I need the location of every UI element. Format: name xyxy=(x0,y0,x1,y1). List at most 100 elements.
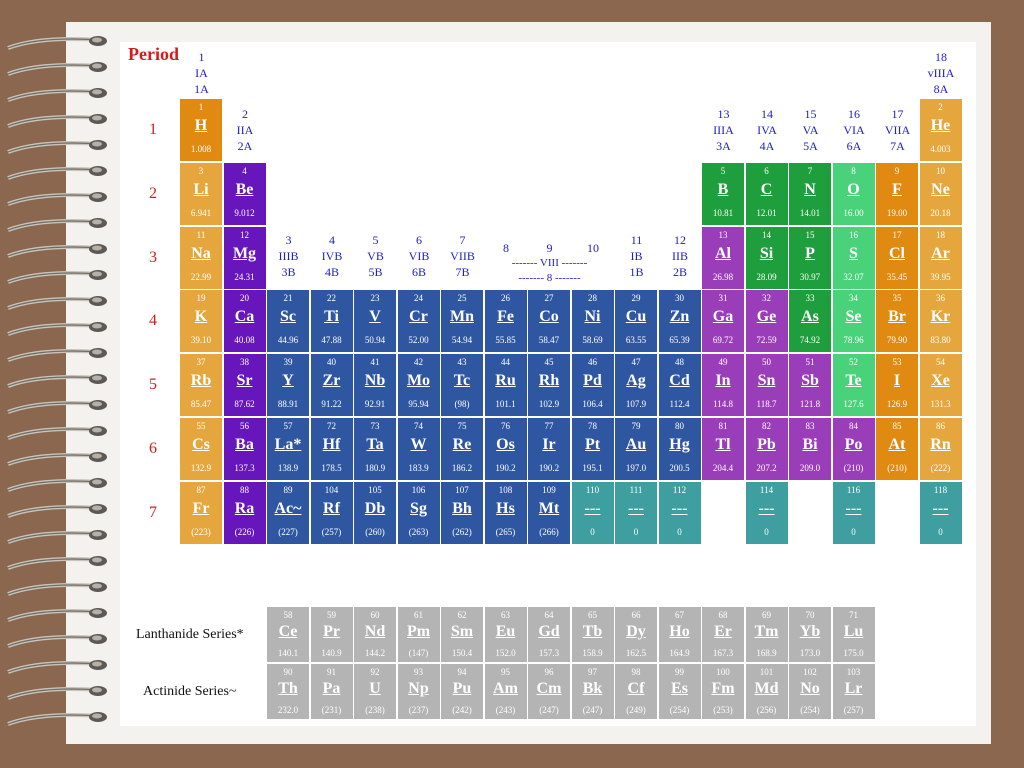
element-cell-p[interactable]: 15 P 30.97 xyxy=(789,226,832,290)
element-cell-mo[interactable]: 42 Mo 95.94 xyxy=(397,354,441,418)
element-cell-br[interactable]: 35 Br 79.90 xyxy=(876,290,919,354)
element-cell-fe[interactable]: 26 Fe 55.85 xyxy=(484,290,528,354)
element-cell-ge[interactable]: 32 Ge 72.59 xyxy=(745,290,789,354)
element-cell-nb[interactable]: 41 Nb 92.91 xyxy=(354,354,397,418)
element-cell-rb[interactable]: 37 Rb 85.47 xyxy=(180,354,223,418)
element-cell-ar[interactable]: 18 Ar 39.95 xyxy=(919,226,963,290)
element-cell-pb[interactable]: 82 Pb 207.2 xyxy=(745,418,789,481)
element-cell-zn[interactable]: 30 Zn 65.39 xyxy=(658,290,702,354)
element-cell-n[interactable]: 7 N 14.01 xyxy=(789,162,832,226)
element-cell-ac[interactable]: 89 Ac~ (227) xyxy=(267,481,310,545)
series-cell-gd[interactable]: 64 Gd 157.3 xyxy=(528,607,571,663)
element-cell-re[interactable]: 75 Re 186.2 xyxy=(441,418,484,481)
series-cell-md[interactable]: 101 Md (256) xyxy=(745,664,789,720)
element-cell-bh[interactable]: 107 Bh (262) xyxy=(441,481,484,545)
element-cell-ni[interactable]: 28 Ni 58.69 xyxy=(571,290,615,354)
element-cell-cr[interactable]: 24 Cr 52.00 xyxy=(397,290,441,354)
element-cell-pt[interactable]: 78 Pt 195.1 xyxy=(571,418,615,481)
element-cell-y[interactable]: 39 Y 88.91 xyxy=(267,354,310,418)
series-cell-cf[interactable]: 98 Cf (249) xyxy=(615,664,658,720)
series-cell-lu[interactable]: 71 Lu 175.0 xyxy=(832,607,876,663)
element-cell-111[interactable]: 111 --- 0 xyxy=(615,481,658,545)
series-cell-tb[interactable]: 65 Tb 158.9 xyxy=(571,607,615,663)
series-cell-pa[interactable]: 91 Pa (231) xyxy=(310,664,354,720)
series-cell-eu[interactable]: 63 Eu 152.0 xyxy=(484,607,528,663)
series-cell-nd[interactable]: 60 Nd 144.2 xyxy=(354,607,397,663)
element-cell-ne[interactable]: 10 Ne 20.18 xyxy=(919,162,963,226)
element-cell-se[interactable]: 34 Se 78.96 xyxy=(832,290,876,354)
element-cell-s[interactable]: 16 S 32.07 xyxy=(832,226,876,290)
element-cell-ru[interactable]: 44 Ru 101.1 xyxy=(484,354,528,418)
element-cell-ba[interactable]: 56 Ba 137.3 xyxy=(223,418,267,481)
element-cell-na[interactable]: 11 Na 22.99 xyxy=(180,226,223,290)
element-cell-os[interactable]: 76 Os 190.2 xyxy=(484,418,528,481)
element-cell-o[interactable]: 8 O 16.00 xyxy=(832,162,876,226)
element-cell-mn[interactable]: 25 Mn 54.94 xyxy=(441,290,484,354)
element-cell-sg[interactable]: 106 Sg (263) xyxy=(397,481,441,545)
series-cell-pr[interactable]: 59 Pr 140.9 xyxy=(310,607,354,663)
series-cell-tm[interactable]: 69 Tm 168.9 xyxy=(745,607,789,663)
element-cell-cs[interactable]: 55 Cs 132.9 xyxy=(180,418,223,481)
element-cell-mg[interactable]: 12 Mg 24.31 xyxy=(223,226,267,290)
element-cell-zr[interactable]: 40 Zr 91.22 xyxy=(310,354,354,418)
series-cell-pm[interactable]: 61 Pm (147) xyxy=(397,607,441,663)
element-cell-i[interactable]: 53 I 126.9 xyxy=(876,354,919,418)
element-cell-sb[interactable]: 51 Sb 121.8 xyxy=(789,354,832,418)
element-cell-rn[interactable]: 86 Rn (222) xyxy=(919,418,963,481)
element-cell-al[interactable]: 13 Al 26.98 xyxy=(702,226,745,290)
element-cell-at[interactable]: 85 At (210) xyxy=(876,418,919,481)
element-cell-ir[interactable]: 77 Ir 190.2 xyxy=(528,418,571,481)
element-cell-c[interactable]: 6 C 12.01 xyxy=(745,162,789,226)
element-cell-cl[interactable]: 17 Cl 35.45 xyxy=(876,226,919,290)
series-cell-bk[interactable]: 97 Bk (247) xyxy=(571,664,615,720)
element-cell-la[interactable]: 57 La* 138.9 xyxy=(267,418,310,481)
element-cell-f[interactable]: 9 F 19.00 xyxy=(876,162,919,226)
series-cell-am[interactable]: 95 Am (243) xyxy=(484,664,528,720)
element-cell-ti[interactable]: 22 Ti 47.88 xyxy=(310,290,354,354)
element-cell-db[interactable]: 105 Db (260) xyxy=(354,481,397,545)
element-cell-pd[interactable]: 46 Pd 106.4 xyxy=(571,354,615,418)
element-cell-bi[interactable]: 83 Bi 209.0 xyxy=(789,418,832,481)
element-cell-he[interactable]: 2 He 4.003 xyxy=(919,99,963,162)
element-cell-po[interactable]: 84 Po (210) xyxy=(832,418,876,481)
element-cell-sc[interactable]: 21 Sc 44.96 xyxy=(267,290,310,354)
element-cell-in[interactable]: 49 In 114.8 xyxy=(702,354,745,418)
element-cell-k[interactable]: 19 K 39.10 xyxy=(180,290,223,354)
series-cell-yb[interactable]: 70 Yb 173.0 xyxy=(789,607,832,663)
series-cell-er[interactable]: 68 Er 167.3 xyxy=(702,607,745,663)
element-cell-au[interactable]: 79 Au 197.0 xyxy=(615,418,658,481)
series-cell-th[interactable]: 90 Th 232.0 xyxy=(267,664,310,720)
element-cell-co[interactable]: 27 Co 58.47 xyxy=(528,290,571,354)
element-cell-114[interactable]: 114 --- 0 xyxy=(745,481,789,545)
element-cell-hs[interactable]: 108 Hs (265) xyxy=(484,481,528,545)
element-cell-w[interactable]: 74 W 183.9 xyxy=(397,418,441,481)
element-cell-rh[interactable]: 45 Rh 102.9 xyxy=(528,354,571,418)
element-cell-rf[interactable]: 104 Rf (257) xyxy=(310,481,354,545)
element-cell-tc[interactable]: 43 Tc (98) xyxy=(441,354,484,418)
series-cell-no[interactable]: 102 No (254) xyxy=(789,664,832,720)
element-cell-te[interactable]: 52 Te 127.6 xyxy=(832,354,876,418)
series-cell-np[interactable]: 93 Np (237) xyxy=(397,664,441,720)
element-cell-cd[interactable]: 48 Cd 112.4 xyxy=(658,354,702,418)
element-cell-as[interactable]: 33 As 74.92 xyxy=(789,290,832,354)
element-cell-hf[interactable]: 72 Hf 178.5 xyxy=(310,418,354,481)
element-cell-sr[interactable]: 38 Sr 87.62 xyxy=(223,354,267,418)
element-cell-sn[interactable]: 50 Sn 118.7 xyxy=(745,354,789,418)
element-cell-ag[interactable]: 47 Ag 107.9 xyxy=(615,354,658,418)
element-cell-116[interactable]: 116 --- 0 xyxy=(832,481,876,545)
element-cell-fr[interactable]: 87 Fr (223) xyxy=(180,481,223,545)
element-cell-ta[interactable]: 73 Ta 180.9 xyxy=(354,418,397,481)
element-cell-118[interactable]: 118 --- 0 xyxy=(919,481,963,545)
element-cell-ca[interactable]: 20 Ca 40.08 xyxy=(223,290,267,354)
element-cell-v[interactable]: 23 V 50.94 xyxy=(354,290,397,354)
element-cell-cu[interactable]: 29 Cu 63.55 xyxy=(615,290,658,354)
series-cell-pu[interactable]: 94 Pu (242) xyxy=(441,664,484,720)
element-cell-hg[interactable]: 80 Hg 200.5 xyxy=(658,418,702,481)
element-cell-kr[interactable]: 36 Kr 83.80 xyxy=(919,290,963,354)
series-cell-ce[interactable]: 58 Ce 140.1 xyxy=(267,607,310,663)
element-cell-si[interactable]: 14 Si 28.09 xyxy=(745,226,789,290)
series-cell-dy[interactable]: 66 Dy 162.5 xyxy=(615,607,658,663)
element-cell-tl[interactable]: 81 Tl 204.4 xyxy=(702,418,745,481)
element-cell-ra[interactable]: 88 Ra (226) xyxy=(223,481,267,545)
element-cell-be[interactable]: 4 Be 9.012 xyxy=(223,162,267,226)
